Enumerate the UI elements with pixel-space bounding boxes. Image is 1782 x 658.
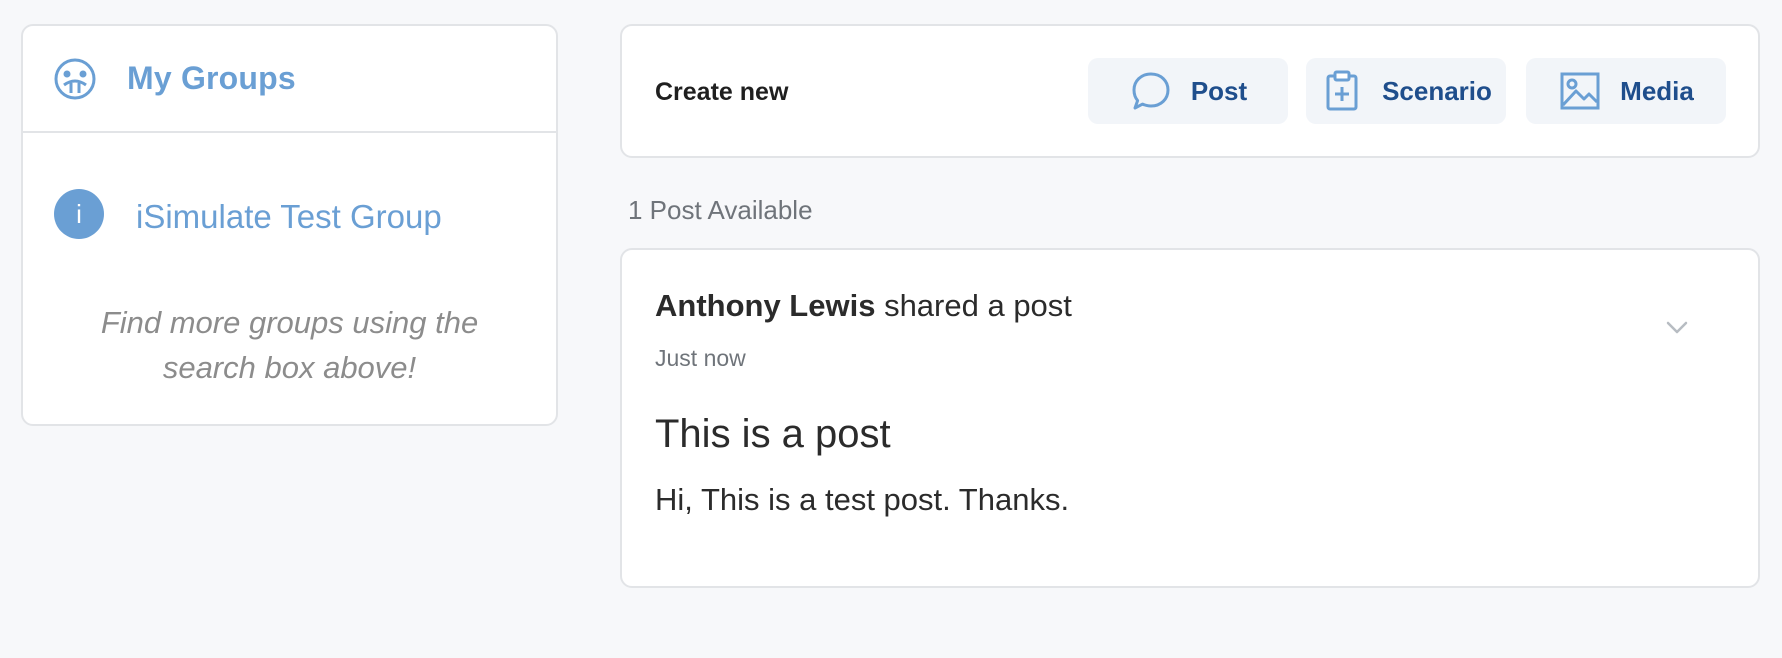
group-avatar: i: [54, 189, 104, 239]
post-timestamp: Just now: [655, 345, 746, 371]
create-post-button[interactable]: Post: [1088, 58, 1288, 124]
posts-available-count: 1 Post Available: [628, 195, 813, 225]
post-card: Anthony Lewis shared a post Just now Thi…: [620, 248, 1760, 588]
create-new-label: Create new: [655, 78, 789, 106]
create-media-button[interactable]: Media: [1526, 58, 1726, 124]
image-icon: [1558, 69, 1602, 113]
create-scenario-button[interactable]: Scenario: [1306, 58, 1506, 124]
find-groups-hint: Find more groups using the search box ab…: [100, 305, 479, 385]
my-groups-title: My Groups: [127, 60, 296, 96]
post-header: Anthony Lewis shared a post: [655, 288, 1072, 324]
chevron-down-icon[interactable]: [1662, 312, 1692, 342]
my-groups-card: My Groups i iSimulate Test Group Find mo…: [21, 24, 558, 426]
create-new-card: Create new Post Scenario Media: [620, 24, 1760, 158]
group-avatar-letter: i: [76, 198, 82, 229]
my-groups-header: My Groups: [23, 26, 556, 133]
groups-icon: [53, 57, 97, 101]
post-author-name[interactable]: Anthony Lewis: [655, 288, 875, 323]
group-item-isimulate-test-group[interactable]: i iSimulate Test Group: [54, 189, 442, 239]
clipboard-plus-icon: [1320, 69, 1364, 113]
post-action-text: shared a post: [875, 288, 1072, 323]
create-scenario-label: Scenario: [1382, 75, 1492, 106]
group-name-link[interactable]: iSimulate Test Group: [136, 198, 442, 236]
create-post-label: Post: [1190, 75, 1248, 106]
post-body: Hi, This is a test post. Thanks.: [655, 482, 1070, 517]
post-title: This is a post: [655, 412, 891, 456]
chat-bubble-icon: [1129, 69, 1173, 113]
create-media-label: Media: [1620, 75, 1694, 106]
